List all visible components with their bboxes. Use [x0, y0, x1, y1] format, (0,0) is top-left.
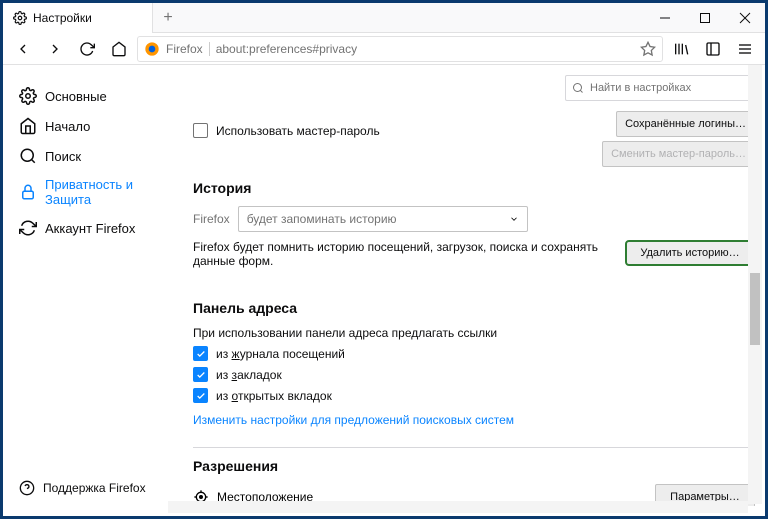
search-engine-suggestions-link[interactable]: Изменить настройки для предложений поиск…	[193, 413, 514, 427]
tab-strip: Настройки +	[3, 3, 765, 33]
menu-button[interactable]	[731, 35, 759, 63]
tab-label: Настройки	[33, 11, 92, 25]
new-tab-button[interactable]: +	[153, 3, 183, 33]
page: Основные Начало Поиск Приватность и Защи…	[3, 65, 765, 506]
search-placeholder: Найти в настройках	[590, 82, 691, 94]
addressbar-section-title: Панель адреса	[193, 300, 755, 316]
tab-settings[interactable]: Настройки	[3, 3, 153, 33]
change-master-password-button: Сменить мастер-пароль…	[602, 141, 755, 167]
saved-logins-button[interactable]: Сохранённые логины…	[616, 111, 755, 137]
sidebar-item-account[interactable]: Аккаунт Firefox	[3, 213, 168, 243]
suggest-open-tabs-label: из открытых вкладок	[216, 389, 332, 403]
search-icon	[19, 147, 37, 165]
sync-icon	[19, 219, 37, 237]
suggest-bookmarks-checkbox[interactable]	[193, 367, 208, 382]
history-select-value: будет запоминать историю	[247, 212, 397, 226]
gear-icon	[19, 87, 37, 105]
history-section-title: История	[193, 180, 755, 196]
lock-icon	[19, 183, 37, 201]
nav-toolbar: Firefox	[3, 33, 765, 65]
addressbar-desc: При использовании панели адреса предлага…	[193, 326, 755, 340]
sidebar-item-home[interactable]: Начало	[3, 111, 168, 141]
sidebar-item-label: Начало	[45, 119, 90, 134]
vertical-scrollbar[interactable]	[748, 65, 762, 504]
sidebar-item-search[interactable]: Поиск	[3, 141, 168, 171]
gear-icon	[13, 11, 27, 25]
horizontal-scrollbar[interactable]	[168, 501, 748, 513]
url-input[interactable]	[216, 42, 634, 56]
suggest-history-label: из журнала посещений	[216, 347, 345, 361]
main-content: Найти в настройках Сохранённые логины… С…	[168, 65, 765, 506]
back-button[interactable]	[9, 35, 37, 63]
suggest-open-tabs-checkbox[interactable]	[193, 388, 208, 403]
history-mode-select[interactable]: будет запоминать историю	[238, 206, 528, 232]
chevron-down-icon	[509, 214, 519, 224]
address-brand: Firefox	[166, 42, 210, 56]
close-button[interactable]	[725, 3, 765, 33]
suggest-bookmarks-label: из закладок	[216, 368, 282, 382]
address-bar[interactable]: Firefox	[137, 36, 663, 62]
prefs-search[interactable]: Найти в настройках	[565, 75, 755, 101]
sidebar: Основные Начало Поиск Приватность и Защи…	[3, 65, 168, 506]
support-label: Поддержка Firefox	[43, 481, 146, 495]
bookmark-star-icon[interactable]	[640, 41, 656, 57]
suggest-history-checkbox[interactable]	[193, 346, 208, 361]
sidebar-item-label: Основные	[45, 89, 107, 104]
reload-button[interactable]	[73, 35, 101, 63]
forward-button[interactable]	[41, 35, 69, 63]
maximize-button[interactable]	[685, 3, 725, 33]
clear-history-button[interactable]: Удалить историю…	[625, 240, 755, 266]
sidebar-button[interactable]	[699, 35, 727, 63]
help-icon	[19, 480, 35, 496]
sidebar-item-general[interactable]: Основные	[3, 81, 168, 111]
history-firefox-label: Firefox	[193, 212, 230, 226]
sidebar-item-label: Аккаунт Firefox	[45, 221, 135, 236]
master-password-checkbox[interactable]	[193, 123, 208, 138]
search-icon	[572, 82, 584, 94]
firefox-logo-icon	[144, 41, 160, 57]
sidebar-item-label: Поиск	[45, 149, 81, 164]
history-desc: Firefox будет помнить историю посещений,…	[193, 240, 615, 268]
minimize-button[interactable]	[645, 3, 685, 33]
support-link[interactable]: Поддержка Firefox	[3, 470, 168, 506]
sidebar-item-label: Приватность и Защита	[45, 177, 160, 207]
scroll-thumb[interactable]	[750, 273, 760, 345]
home-icon	[19, 117, 37, 135]
permissions-section-title: Разрешения	[193, 458, 755, 474]
separator	[193, 447, 755, 448]
window-controls	[645, 3, 765, 33]
master-password-label: Использовать мастер-пароль	[216, 124, 380, 138]
sidebar-item-privacy[interactable]: Приватность и Защита	[3, 171, 168, 213]
home-button[interactable]	[105, 35, 133, 63]
library-button[interactable]	[667, 35, 695, 63]
